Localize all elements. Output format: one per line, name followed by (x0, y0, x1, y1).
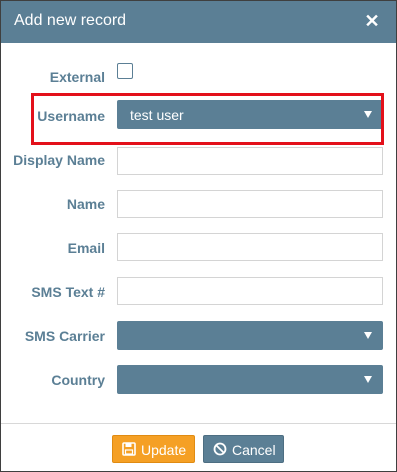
chevron-down-icon (364, 376, 372, 383)
dialog-title: Add new record (14, 12, 127, 29)
email-field[interactable] (117, 233, 383, 261)
chevron-down-icon (364, 332, 372, 339)
update-button[interactable]: Update (112, 435, 195, 463)
add-record-dialog: Add new record ✕ External Username test … (0, 0, 397, 472)
sms-carrier-select[interactable] (117, 321, 383, 350)
external-checkbox[interactable] (117, 63, 133, 79)
save-icon (122, 442, 136, 456)
chevron-down-icon (364, 111, 372, 118)
display-name-field[interactable] (117, 147, 383, 175)
cancel-button[interactable]: Cancel (203, 435, 284, 463)
sms-text-label: SMS Text # (31, 284, 105, 300)
username-select[interactable]: test user (117, 100, 383, 129)
name-field[interactable] (117, 190, 383, 218)
external-label: External (49, 69, 105, 85)
name-label: Name (66, 196, 105, 212)
sms-text-field[interactable] (117, 277, 383, 305)
sms-carrier-label: SMS Carrier (24, 328, 105, 344)
update-button-label: Update (141, 442, 187, 458)
country-label: Country (51, 372, 105, 388)
dialog-footer: Update Cancel (1, 423, 396, 472)
email-label: Email (67, 240, 105, 256)
username-label: Username (37, 108, 105, 124)
username-select-value: test user (130, 107, 184, 123)
close-icon[interactable]: ✕ (362, 11, 382, 31)
country-select[interactable] (117, 365, 383, 394)
dialog-titlebar: Add new record ✕ (1, 1, 396, 43)
display-name-label: Display Name (13, 152, 105, 168)
cancel-button-label: Cancel (232, 442, 276, 458)
cancel-icon (213, 442, 227, 456)
